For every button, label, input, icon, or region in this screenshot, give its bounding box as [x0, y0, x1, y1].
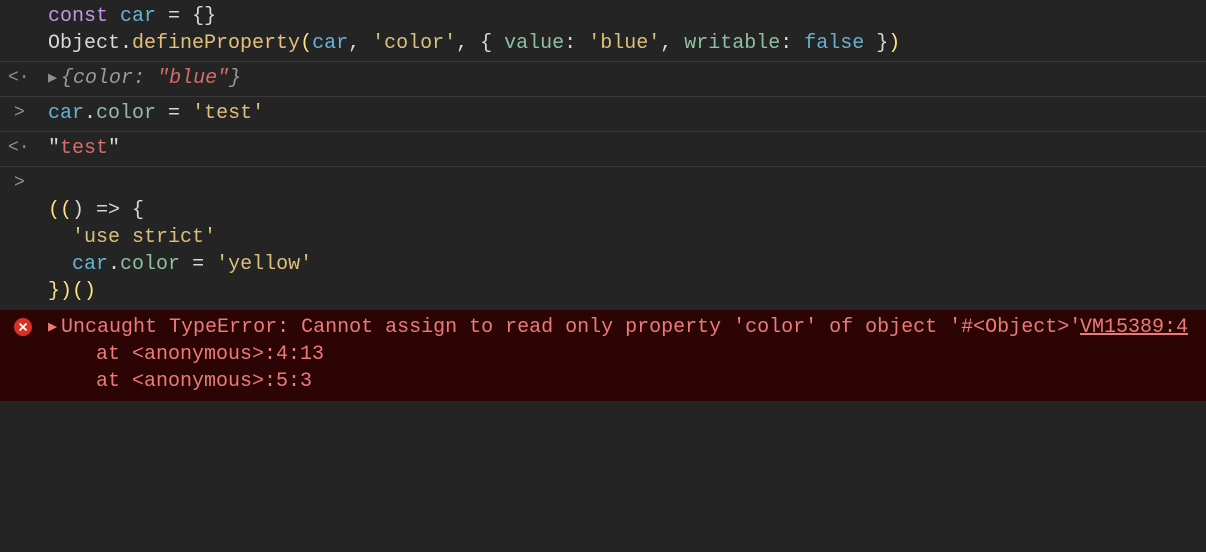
prop-key: color [120, 253, 180, 276]
code-content[interactable]: (() => { 'use strict' car.color = 'yello… [48, 170, 1206, 305]
code-content[interactable]: const car = {}Object.defineProperty(car,… [48, 3, 1206, 57]
boolean: false [804, 32, 864, 55]
console-error-row: ▶Uncaught TypeError: Cannot assign to re… [0, 309, 1206, 402]
console-result-row: <· "test" [0, 132, 1206, 167]
assign-op: = [180, 253, 216, 276]
prop-key: color [73, 67, 133, 90]
paren-open: ( [300, 32, 312, 55]
brace: } [229, 67, 241, 90]
comma: , [348, 32, 372, 55]
result-content[interactable]: "test" [48, 135, 1206, 162]
result-content[interactable]: ▶{color: "blue"} [48, 65, 1206, 92]
prop-key: writable [684, 32, 780, 55]
arrow-head: ) => { [72, 199, 144, 222]
paren: (( [48, 199, 72, 222]
console-result-row: <· ▶{color: "blue"} [0, 62, 1206, 97]
object-name: Object [48, 32, 120, 55]
result-gutter: <· [0, 135, 48, 162]
comma: , [456, 32, 480, 55]
quote: " [48, 137, 60, 160]
string: 'color' [372, 32, 456, 55]
prop-key: value [504, 32, 564, 55]
method-name: defineProperty [132, 32, 300, 55]
input-gutter: > [0, 170, 48, 305]
brace-close: } [864, 32, 888, 55]
error-icon [14, 318, 32, 336]
input-gutter [0, 3, 48, 57]
quote: " [108, 137, 120, 160]
error-source-link[interactable]: VM15389:4 [1080, 314, 1188, 341]
assign-op: = [156, 102, 192, 125]
input-gutter: > [0, 100, 48, 127]
string-value: test [60, 137, 108, 160]
paren-close: ) [888, 32, 900, 55]
dot: . [120, 32, 132, 55]
identifier: car [312, 32, 348, 55]
error-message: Uncaught TypeError: Cannot assign to rea… [61, 316, 1081, 339]
console-input-row: const car = {}Object.defineProperty(car,… [0, 0, 1206, 62]
code-content[interactable]: car.color = 'test' [48, 100, 1206, 127]
string: 'yellow' [216, 253, 312, 276]
indent [48, 226, 72, 249]
colon: : [133, 67, 157, 90]
dot: . [84, 102, 96, 125]
prop-value: "blue" [157, 67, 229, 90]
brace: { [61, 67, 73, 90]
colon: : [564, 32, 588, 55]
prop-key: color [96, 102, 156, 125]
keyword-const: const [48, 5, 108, 28]
string: 'use strict' [72, 226, 216, 249]
brace-open: { [480, 32, 504, 55]
string: 'test' [192, 102, 264, 125]
indent [48, 253, 72, 276]
error-stack: at <anonymous>:4:13 at <anonymous>:5:3 [48, 343, 324, 393]
dot: . [108, 253, 120, 276]
comma: , [660, 32, 684, 55]
expand-triangle-icon[interactable]: ▶ [48, 318, 57, 338]
expand-triangle-icon[interactable]: ▶ [48, 69, 57, 89]
braces: {} [192, 5, 216, 28]
space [108, 5, 120, 28]
identifier: car [72, 253, 108, 276]
paren-close-call: })() [48, 280, 96, 303]
assign-op: = [156, 5, 192, 28]
console-input-row: > (() => { 'use strict' car.color = 'yel… [0, 167, 1206, 309]
identifier: car [120, 5, 156, 28]
error-gutter [0, 314, 48, 395]
error-content[interactable]: ▶Uncaught TypeError: Cannot assign to re… [48, 314, 1206, 395]
string: 'blue' [588, 32, 660, 55]
result-gutter: <· [0, 65, 48, 92]
colon: : [780, 32, 804, 55]
identifier: car [48, 102, 84, 125]
console-input-row: > car.color = 'test' [0, 97, 1206, 132]
